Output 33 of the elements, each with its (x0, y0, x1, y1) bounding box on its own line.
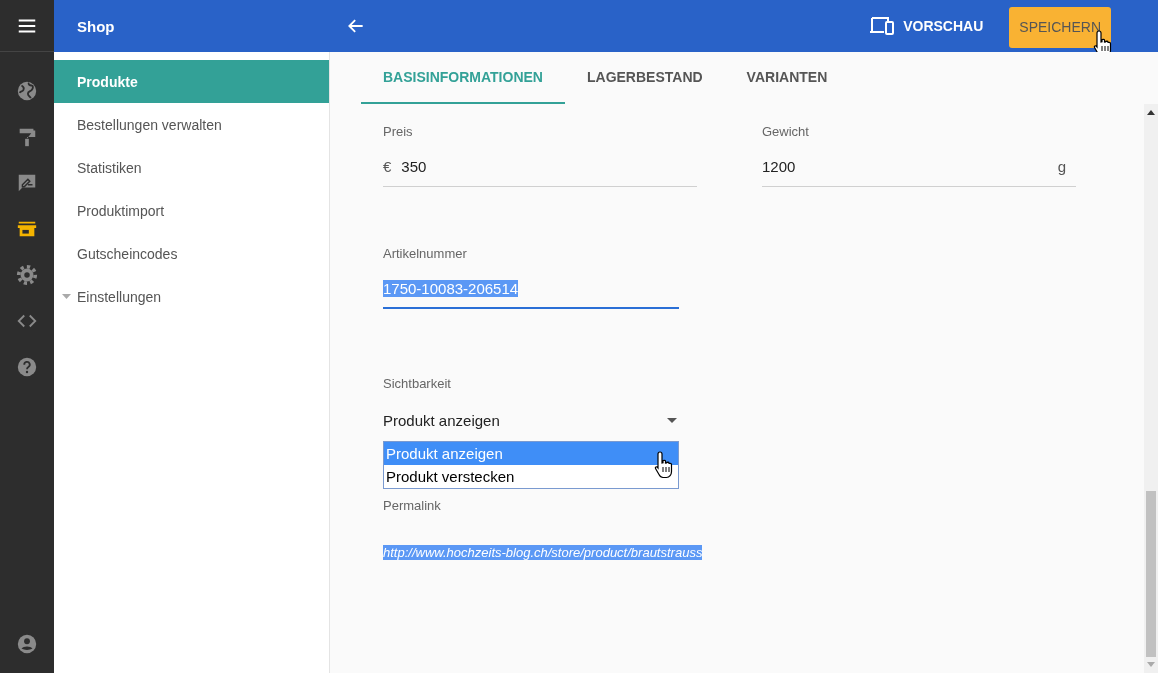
help-icon[interactable] (16, 356, 38, 378)
hand-cursor-icon (654, 450, 674, 480)
tab[interactable]: LAGERBESTAND (564, 52, 725, 104)
devices-icon (869, 16, 896, 36)
unit-label: g (1057, 158, 1066, 175)
sidebar-item[interactable]: Bestellungen verwalten (54, 103, 329, 146)
permalink-label: Permalink (383, 498, 442, 513)
dropdown-arrow-icon[interactable] (667, 417, 677, 423)
app-title: Shop (76, 17, 116, 35)
article-number-label: Artikelnummer (383, 246, 468, 261)
tab[interactable]: VARIANTEN (724, 52, 850, 104)
sidebar-item[interactable]: Produktimport (54, 189, 329, 232)
weight-value: 1200 (762, 158, 796, 175)
caret-icon[interactable] (62, 294, 71, 299)
weight-field[interactable]: 1200 g (762, 147, 1076, 187)
scroll-up-icon[interactable] (1147, 110, 1155, 115)
settings-icon[interactable] (16, 264, 38, 286)
dropdown-option[interactable]: Produkt verstecken (384, 465, 678, 488)
price-value: 350 (401, 158, 427, 175)
scrollbar[interactable] (1144, 104, 1158, 673)
currency-symbol: € (383, 158, 392, 175)
weight-label: Gewicht (762, 124, 810, 139)
globe-icon[interactable] (16, 80, 38, 102)
visibility-label: Sichtbarkeit (383, 376, 452, 391)
price-label: Preis (383, 124, 414, 139)
sidebar-item[interactable]: Einstellungen (54, 275, 329, 318)
preview-button[interactable]: VORSCHAU (861, 10, 992, 42)
visibility-dropdown[interactable]: Produkt anzeigen (383, 403, 679, 437)
account-icon[interactable] (16, 633, 38, 655)
price-field[interactable]: € 350 (383, 147, 697, 187)
scrollbar-thumb[interactable] (1146, 491, 1156, 657)
sidebar-item[interactable]: Gutscheincodes (54, 232, 329, 275)
sidebar-item[interactable]: Statistiken (54, 146, 329, 189)
